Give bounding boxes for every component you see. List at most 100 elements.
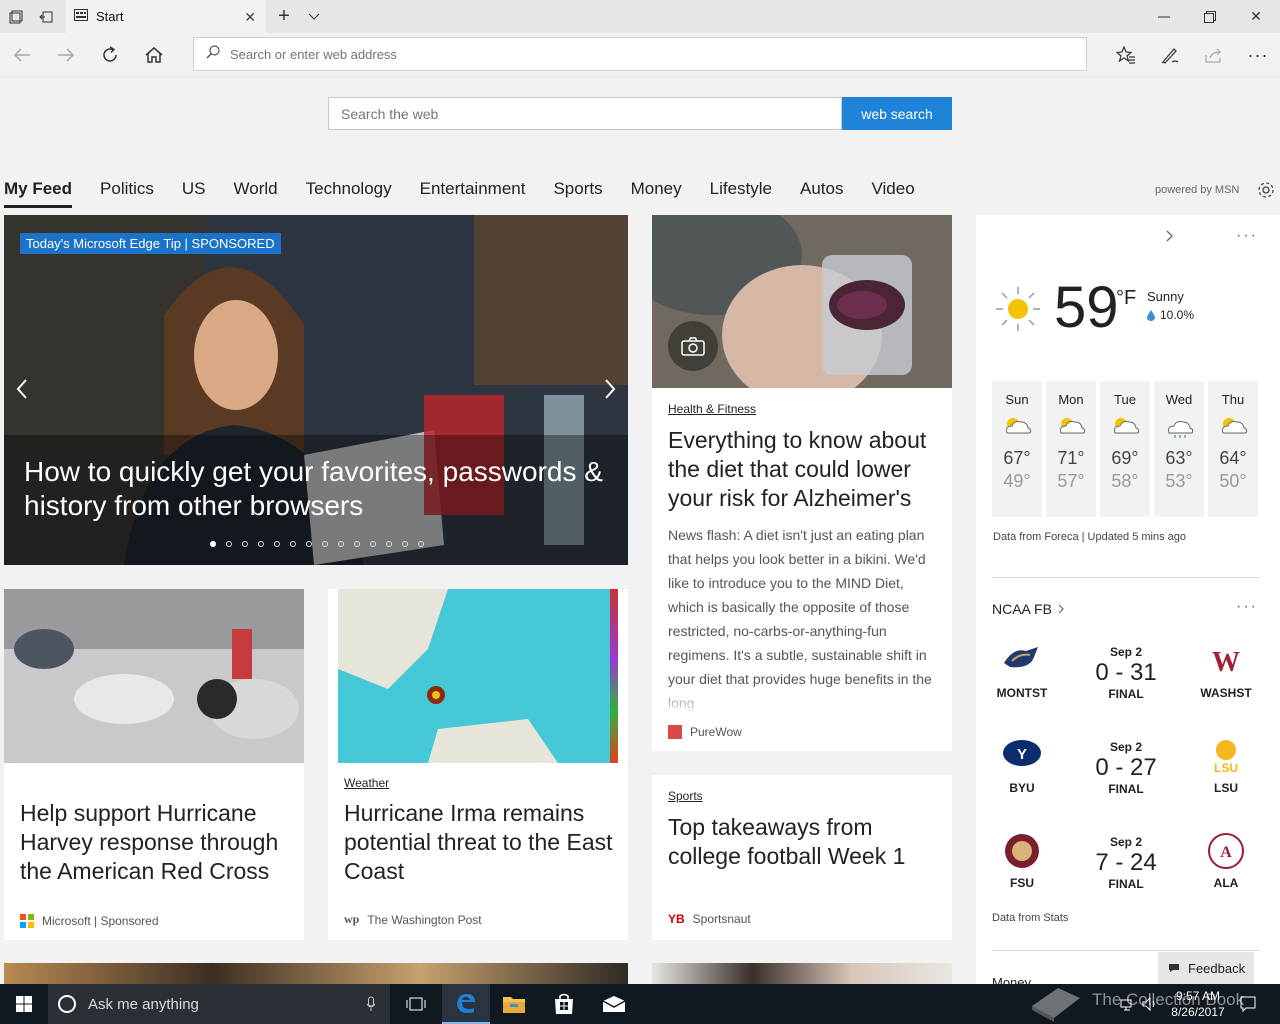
washington-state-logo-icon: W <box>1212 647 1240 678</box>
tab-entertainment[interactable]: Entertainment <box>420 176 526 208</box>
game-row[interactable]: FSU Sep 2 7 - 24 FINAL A ALA <box>992 825 1260 915</box>
new-tab-icon[interactable]: + <box>272 0 296 33</box>
carousel-dot[interactable] <box>386 541 392 547</box>
article-category[interactable]: Weather <box>344 776 389 790</box>
article-title[interactable]: Top takeaways from college football Week… <box>668 813 944 871</box>
set-aside-tabs-icon[interactable] <box>34 0 58 33</box>
file-explorer-icon[interactable] <box>490 984 538 1024</box>
article-image-partial[interactable] <box>4 963 628 984</box>
carousel-dot[interactable] <box>258 541 264 547</box>
tab-lifestyle[interactable]: Lifestyle <box>710 176 772 208</box>
microsoft-logo-icon <box>20 914 34 928</box>
carousel-dot[interactable] <box>322 541 328 547</box>
washington-post-logo-icon: wp <box>344 912 360 926</box>
alabama-logo-icon: A <box>1208 833 1244 869</box>
forward-icon[interactable] <box>44 33 88 77</box>
article-card-redcross[interactable]: Help support Hurricane Harvey response t… <box>4 589 304 940</box>
restore-icon[interactable] <box>1190 0 1230 33</box>
tab-us[interactable]: US <box>182 176 206 208</box>
hero-carousel[interactable]: Today's Microsoft Edge Tip | SPONSORED H… <box>4 215 628 565</box>
tab-world[interactable]: World <box>234 176 278 208</box>
carousel-prev-icon[interactable] <box>10 375 34 403</box>
weather-unit[interactable]: °F <box>1116 287 1136 310</box>
ncaa-more-icon[interactable]: ··· <box>1236 598 1258 616</box>
forecast-day[interactable]: Thu 64° 50° <box>1208 381 1258 517</box>
action-center-icon[interactable] <box>1240 996 1256 1017</box>
tab-autos[interactable]: Autos <box>800 176 843 208</box>
article-title[interactable]: Hurricane Irma remains potential threat … <box>344 799 620 886</box>
partly-cloudy-icon <box>1006 418 1032 434</box>
article-image-partial[interactable] <box>652 963 952 984</box>
chevron-down-icon[interactable] <box>302 0 326 33</box>
carousel-dot[interactable] <box>210 541 216 547</box>
carousel-dot[interactable] <box>338 541 344 547</box>
favorites-icon[interactable] <box>1104 33 1148 77</box>
share-icon[interactable] <box>1192 33 1236 77</box>
tab-politics[interactable]: Politics <box>100 176 154 208</box>
carousel-next-icon[interactable] <box>598 375 622 403</box>
back-icon[interactable] <box>0 33 44 77</box>
web-note-icon[interactable] <box>1148 33 1192 77</box>
microphone-icon[interactable] <box>366 996 376 1012</box>
article-card-irma[interactable]: Weather Hurricane Irma remains potential… <box>328 589 628 940</box>
carousel-dot[interactable] <box>226 541 232 547</box>
more-icon[interactable]: ··· <box>1236 33 1280 77</box>
article-title[interactable]: Everything to know about the diet that c… <box>668 426 944 513</box>
next-section-label[interactable]: Money <box>992 975 1031 984</box>
chevron-right-icon[interactable] <box>1166 229 1174 247</box>
refresh-icon[interactable] <box>88 33 132 77</box>
close-tab-icon[interactable]: ✕ <box>244 9 256 26</box>
carousel-dot[interactable] <box>290 541 296 547</box>
tab-start[interactable]: Start ✕ <box>66 0 266 33</box>
article-card-football[interactable]: Sports Top takeaways from college footba… <box>652 775 952 940</box>
web-search-button[interactable]: web search <box>842 97 952 130</box>
carousel-dot[interactable] <box>418 541 424 547</box>
feedback-button[interactable]: Feedback <box>1158 952 1254 984</box>
tab-actions-icon[interactable] <box>4 0 28 33</box>
tab-my-feed[interactable]: My Feed <box>4 176 73 208</box>
hero-title[interactable]: How to quickly get your favorites, passw… <box>24 455 614 523</box>
store-icon[interactable] <box>540 984 588 1024</box>
minimize-icon[interactable] <box>1144 0 1184 33</box>
forecast-day[interactable]: Mon 71° 57° <box>1046 381 1096 517</box>
tab-money[interactable]: Money <box>631 176 682 208</box>
mail-icon[interactable] <box>590 984 638 1024</box>
carousel-dot[interactable] <box>402 541 408 547</box>
weather-more-icon[interactable]: ··· <box>1236 227 1258 245</box>
carousel-dot[interactable] <box>242 541 248 547</box>
forecast-high: 64° <box>1219 448 1247 468</box>
cortana-search[interactable]: Ask me anything <box>48 984 390 1024</box>
forecast-day[interactable]: Wed 63° 53° <box>1154 381 1204 517</box>
game-row[interactable]: MONTST Sep 2 0 - 31 FINAL W WASHST <box>992 635 1260 725</box>
address-bar[interactable] <box>193 37 1087 71</box>
home-icon[interactable] <box>132 33 176 77</box>
ncaa-header[interactable]: NCAA FB <box>992 601 1064 617</box>
article-category[interactable]: Health & Fitness <box>668 402 756 416</box>
article-category[interactable]: Sports <box>668 789 703 803</box>
close-window-icon[interactable]: ✕ <box>1236 0 1276 33</box>
tab-video[interactable]: Video <box>872 176 915 208</box>
carousel-dot[interactable] <box>306 541 312 547</box>
tab-sports[interactable]: Sports <box>553 176 602 208</box>
windows-start-icon[interactable] <box>0 984 48 1024</box>
game-row[interactable]: Y BYU Sep 2 0 - 27 FINAL LSU LSU <box>992 730 1260 820</box>
web-search-input[interactable] <box>328 97 842 130</box>
carousel-dot[interactable] <box>274 541 280 547</box>
tab-technology[interactable]: Technology <box>306 176 392 208</box>
carousel-dot[interactable] <box>354 541 360 547</box>
article-title[interactable]: Help support Hurricane Harvey response t… <box>20 799 296 886</box>
forecast-day[interactable]: Tue 69° 58° <box>1100 381 1150 517</box>
forecast-day[interactable]: Sun 67° 49° <box>992 381 1042 517</box>
raindrop-icon <box>1147 309 1155 321</box>
address-input[interactable] <box>230 46 1050 62</box>
carousel-dot[interactable] <box>370 541 376 547</box>
svg-text:Y: Y <box>1017 746 1027 763</box>
settings-gear-icon[interactable] <box>1256 180 1276 205</box>
task-view-icon[interactable] <box>392 984 440 1024</box>
edge-icon[interactable] <box>442 984 490 1024</box>
article-card-health[interactable]: Health & Fitness Everything to know abou… <box>652 215 952 751</box>
network-icon[interactable] <box>1120 998 1136 1017</box>
team-away: W WASHST <box>1196 643 1256 700</box>
volume-icon[interactable] <box>1142 996 1158 1016</box>
clock[interactable]: 9:57 AM 8/26/2017 <box>1168 988 1228 1020</box>
